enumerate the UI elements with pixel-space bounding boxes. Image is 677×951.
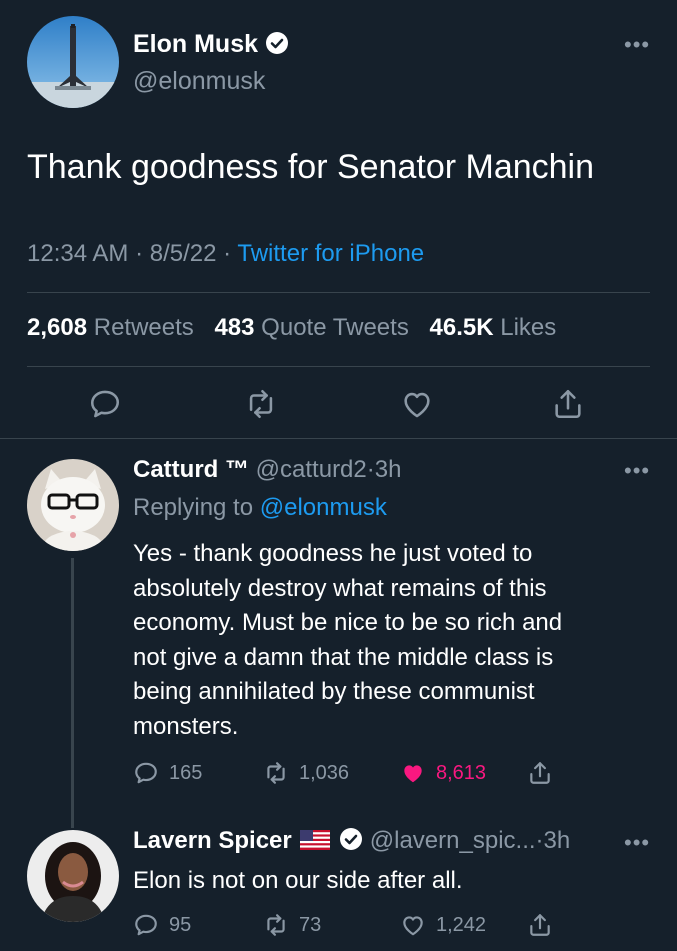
reply-author-name[interactable]: Lavern Spicer xyxy=(133,827,292,854)
reply-count: 95 xyxy=(169,913,192,936)
like-action[interactable]: 1,242 xyxy=(400,912,486,938)
share-icon[interactable] xyxy=(551,387,585,421)
tweet-meta: 12:34 AM · 8/5/22 · Twitter for iPhone xyxy=(27,240,424,268)
retweet-count: 73 xyxy=(299,913,322,936)
reply-text: Yes - thank goodness he just voted to ab… xyxy=(133,537,562,744)
divider xyxy=(0,438,677,439)
reply-action[interactable]: 165 xyxy=(133,760,202,786)
verified-badge-icon xyxy=(339,827,363,851)
likes-label[interactable]: Likes xyxy=(500,314,556,341)
tweet-stats: 2,608 Retweets 483 Quote Tweets 46.5K Li… xyxy=(27,314,570,342)
reply-avatar[interactable] xyxy=(27,459,119,551)
reply-text-line: Yes - thank goodness he just voted to xyxy=(133,540,533,567)
reply-text: Elon is not on our side after all. xyxy=(133,867,463,894)
tweet-date[interactable]: 8/5/22 xyxy=(150,240,217,267)
us-flag-icon xyxy=(300,829,331,850)
tweet-text: Thank goodness for Senator Manchin xyxy=(27,148,595,186)
retweet-icon[interactable] xyxy=(263,912,289,938)
reply-text-line: economy. Must be nice to be so rich and xyxy=(133,609,563,636)
like-action[interactable]: 8,613 xyxy=(400,760,486,786)
likes-count[interactable]: 46.5K xyxy=(430,314,494,341)
reply-time[interactable]: 3h xyxy=(544,827,571,854)
like-count: 8,613 xyxy=(436,761,487,784)
quotes-label[interactable]: Quote Tweets xyxy=(261,314,409,341)
reply-icon[interactable] xyxy=(88,387,122,421)
tweet-time[interactable]: 12:34 AM xyxy=(27,240,128,267)
retweet-count: 1,036 xyxy=(299,761,350,784)
more-options-icon[interactable]: ••• xyxy=(624,832,650,854)
replying-to-handle[interactable]: @elonmusk xyxy=(260,494,387,521)
reply-avatar[interactable] xyxy=(27,830,119,922)
quotes-count[interactable]: 483 xyxy=(214,314,254,341)
retweet-icon[interactable] xyxy=(244,387,278,421)
reply-time[interactable]: 3h xyxy=(375,456,402,483)
thread-line xyxy=(71,558,74,828)
reply-count: 165 xyxy=(169,761,203,784)
author-avatar[interactable] xyxy=(27,16,119,108)
meta-separator: · xyxy=(135,240,144,267)
divider xyxy=(27,366,650,367)
like-icon[interactable] xyxy=(400,912,426,938)
share-action[interactable] xyxy=(527,912,553,938)
verified-badge-icon xyxy=(265,31,289,55)
liked-heart-icon[interactable] xyxy=(400,760,426,786)
reply-icon[interactable] xyxy=(133,760,159,786)
meta-separator: · xyxy=(223,240,232,267)
more-options-icon[interactable]: ••• xyxy=(624,34,650,56)
reply-text-line: absolutely destroy what remains of this xyxy=(133,574,547,602)
reply-text-line: not give a damn that the middle class is xyxy=(133,643,554,671)
retweets-count[interactable]: 2,608 xyxy=(27,314,87,341)
like-count: 1,242 xyxy=(436,913,487,936)
reply-author-name[interactable]: Catturd ™ xyxy=(133,456,249,483)
reply-text-line: being annihilated by these communist xyxy=(133,678,535,705)
reply-text-line: monsters. xyxy=(133,712,239,740)
more-options-icon[interactable]: ••• xyxy=(624,460,650,482)
share-action[interactable] xyxy=(527,760,553,786)
reply-author-handle[interactable]: @catturd2 xyxy=(256,456,367,483)
replying-to: Replying to @elonmusk xyxy=(133,494,387,522)
reply-action[interactable]: 95 xyxy=(133,912,191,938)
author-name-text[interactable]: Elon Musk xyxy=(133,30,258,58)
retweet-icon[interactable] xyxy=(263,760,289,786)
author-name[interactable]: Elon Musk xyxy=(133,30,289,59)
reply-author-handle[interactable]: @lavern_spic... xyxy=(370,827,536,854)
header-separator: · xyxy=(366,456,375,483)
author-handle[interactable]: @elonmusk xyxy=(133,67,265,96)
reply-header: Catturd ™ @catturd2·3h xyxy=(133,456,401,484)
reply-icon[interactable] xyxy=(133,912,159,938)
retweets-label[interactable]: Retweets xyxy=(94,314,194,341)
share-icon[interactable] xyxy=(527,912,553,938)
like-icon[interactable] xyxy=(400,387,434,421)
header-separator: · xyxy=(535,827,544,854)
divider xyxy=(27,292,650,293)
replying-to-label: Replying to xyxy=(133,494,254,521)
tweet-source-link[interactable]: Twitter for iPhone xyxy=(237,240,424,267)
retweet-action[interactable]: 73 xyxy=(263,912,321,938)
reply-header: Lavern Spicer @lavern_spic...·3h xyxy=(133,827,570,855)
retweet-action[interactable]: 1,036 xyxy=(263,760,349,786)
share-icon[interactable] xyxy=(527,760,553,786)
